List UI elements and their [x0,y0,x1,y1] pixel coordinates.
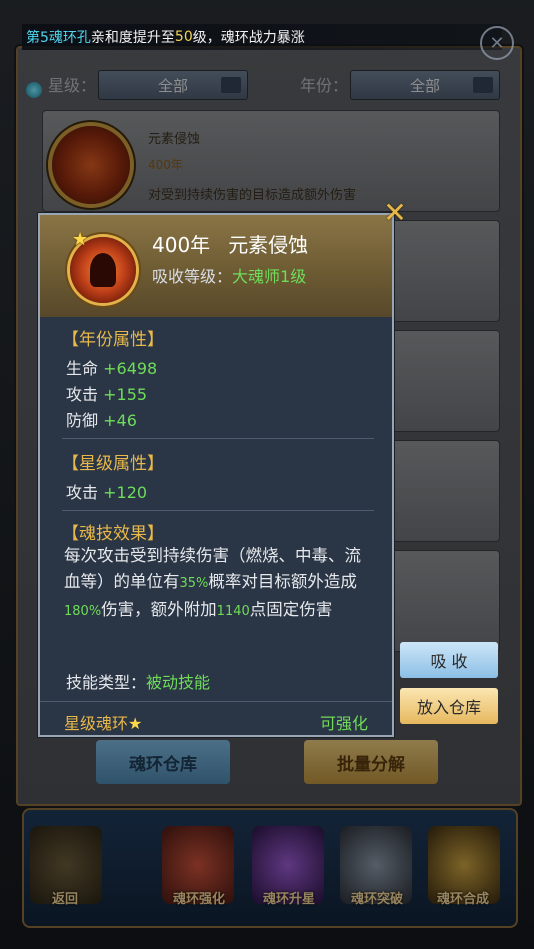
soul-ring-detail-card: ★ 400年 元素侵蚀 吸收等级：大魂师1级 【年份属性】 生命 +6498 攻击… [38,213,394,737]
attr-value: +46 [103,411,137,430]
ring-name: 元素侵蚀 [228,233,309,257]
attr-name: 生命 [66,359,99,378]
star-icon: ★ [72,229,89,250]
banner-part3: 级，魂环战力暴涨 [192,30,305,46]
attr-name: 防御 [66,411,99,430]
desc-highlight: 1140 [216,604,250,619]
attr-row: 防御 +46 [66,407,137,431]
enhanceable-status: 可强化 [319,714,368,733]
star-icon: ★ [128,714,143,733]
card-footer: 星级魂环★ 可强化 [40,701,392,736]
desc-text: 概率对目标额外造成 [208,572,357,591]
skill-title: 【魂技效果】 [62,524,164,544]
attr-name: 攻击 [66,483,99,502]
announcement-banner: 第5 魂环孔 亲和度提升至 50 级，魂环战力暴涨 [22,24,502,50]
divider [62,438,374,439]
banner-number: 50 [174,29,193,45]
ring-year: 400年 [152,233,211,257]
absorb-value: 大魂师1级 [232,267,307,286]
attr-row: 攻击 +120 [66,479,147,503]
card-title: 400年 元素侵蚀 [152,229,326,258]
skill-type-label: 技能类型： [66,673,147,692]
close-icon[interactable]: ✕ [480,26,514,60]
desc-text: 点固定伤害 [249,600,333,619]
year-attr-title: 【年份属性】 [62,330,164,350]
banner-part2: 亲和度提升至 [90,30,175,46]
footer-left-text: 星级魂环 [64,714,129,733]
attr-row: 生命 +6498 [66,355,157,379]
skill-type-value: 被动技能 [146,673,211,692]
banner-part1: 魂环孔 [48,30,91,46]
desc-highlight: 35% [179,576,209,591]
desc-highlight: 180% [64,604,102,619]
attr-value: +6498 [103,359,158,378]
star-ring-label: 星级魂环★ [64,710,142,734]
absorb-level: 吸收等级：大魂师1级 [152,263,306,287]
desc-text: 伤害，额外附加 [101,600,217,619]
absorb-button[interactable]: 吸 收 [400,642,498,678]
card-header: ★ 400年 元素侵蚀 吸收等级：大魂师1级 [40,215,392,317]
close-icon[interactable]: ✕ [382,199,408,227]
attr-value: +155 [103,385,148,404]
skill-type: 技能类型：被动技能 [66,669,210,693]
star-attr-title: 【星级属性】 [62,454,164,474]
divider [62,510,374,511]
absorb-label: 吸收等级： [152,267,233,286]
store-button[interactable]: 放入仓库 [400,688,498,724]
attr-row: 攻击 +155 [66,381,147,405]
banner-prefix: 第5 [26,30,49,46]
attr-name: 攻击 [66,385,99,404]
skill-description: 每次攻击受到持续伤害（燃烧、中毒、流血等）的单位有35%概率对目标额外造成180… [64,543,374,625]
attr-value: +120 [103,483,148,502]
